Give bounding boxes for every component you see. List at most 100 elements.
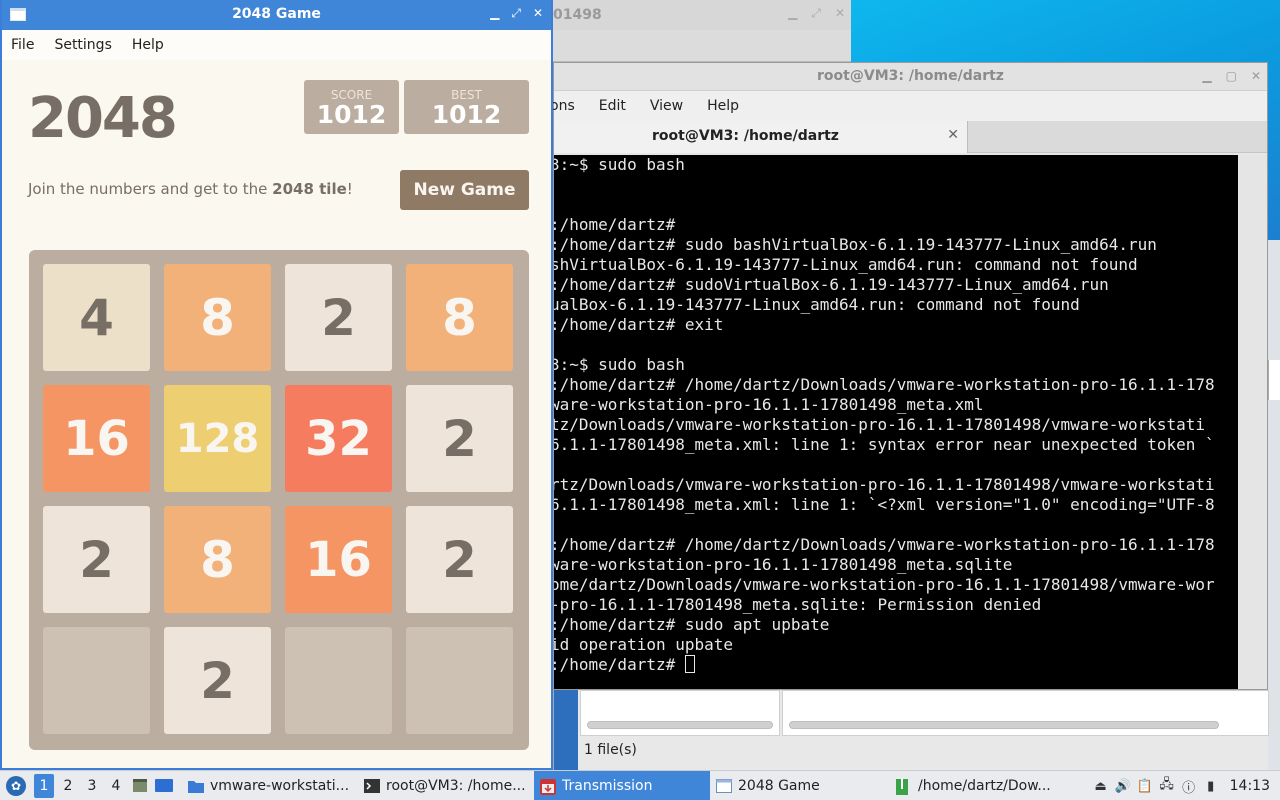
tile: 2 [406, 385, 513, 492]
file-manager-window[interactable]: 1 file(s) [553, 690, 1269, 770]
folder-icon [188, 779, 204, 793]
archive-icon [896, 778, 912, 795]
workspace-4[interactable]: 4 [104, 771, 128, 800]
terminal-screen[interactable]: 3:~$ sudo bash :/home/dartz# :/home/dartz#… [554, 155, 1238, 689]
maximize-icon[interactable]: ⤢ [811, 6, 821, 21]
background-window-controls: ▁ ⤢ ✕ [788, 6, 845, 21]
terminal-line: 3:~$ sudo bash [554, 155, 685, 174]
start-menu-icon: ✿ [6, 775, 26, 796]
terminal-line: ome/dartz/Downloads/vmware-workstation-p… [554, 575, 1215, 594]
terminal-titlebar[interactable]: root@VM3: /home/dartz ▁ ▢ ✕ [554, 63, 1267, 91]
terminal-scrollbar[interactable] [1238, 155, 1267, 689]
terminal-line: :/home/dartz# /home/dartz/Downloads/vmwa… [554, 535, 1215, 554]
terminal-tab-label: root@VM3: /home/dartz [652, 128, 839, 144]
menu-item-actions[interactable]: ons [550, 98, 575, 114]
close-icon[interactable]: ✕ [1251, 69, 1261, 83]
network-icon[interactable]: 🖧 [1156, 771, 1178, 800]
terminal-line: shVirtualBox-6.1.19-143777-Linux_amd64.r… [554, 255, 1138, 274]
task-vmware-folder[interactable]: vmware-workstati... [182, 771, 358, 800]
terminal-line: 3:~$ sudo bash [554, 355, 685, 374]
menu-item-settings[interactable]: Settings [54, 37, 111, 53]
background-window-title: 01498 [553, 7, 602, 23]
tile: 32 [285, 385, 392, 492]
transmission-icon [540, 778, 556, 795]
volume-icon[interactable]: 🔊 [1112, 771, 1134, 800]
task-archive[interactable]: /home/dartz/Dow... [890, 771, 1060, 800]
workspace-3[interactable]: 3 [80, 771, 104, 800]
terminal-line: :/home/dartz# sudoVirtualBox-6.1.19-1437… [554, 275, 1109, 294]
new-game-button[interactable]: New Game [400, 170, 529, 210]
menu-item-help[interactable]: Help [707, 98, 739, 114]
task-transmission[interactable]: Transmission [534, 770, 710, 800]
terminal-line: ualBox-6.1.19-143777-Linux_amd64.run: co… [554, 295, 1080, 314]
desktop-edge [1268, 240, 1280, 770]
game-titlebar[interactable]: 2048 Game ▁ ⤢ ✕ [2, 0, 551, 30]
tile: 2 [43, 506, 150, 613]
taskbar: ✿ 1 2 3 4 vmware-workstati... root@VM3: … [0, 770, 1280, 800]
task-label: root@VM3: /home... [386, 777, 526, 794]
tile: 2 [285, 264, 392, 371]
intro-prefix: Join the numbers and get to the [28, 180, 273, 198]
game-window-title: 2048 Game [232, 6, 321, 22]
terminal-cursor [684, 655, 695, 673]
maximize-icon[interactable]: ⤢ [511, 6, 521, 21]
terminal-tab[interactable]: root@VM3: /home/dartz ✕ [554, 121, 968, 153]
game-intro: Join the numbers and get to the 2048 til… [28, 180, 353, 198]
terminal-title: root@VM3: /home/dartz [817, 68, 1004, 84]
task-label: vmware-workstati... [210, 777, 350, 794]
close-icon[interactable]: ✕ [835, 6, 845, 21]
terminal-menubar: ons Edit View Help [550, 91, 1267, 121]
terminal-line: ware-workstation-pro-16.1.1-17801498_met… [554, 395, 984, 414]
menu-item-help[interactable]: Help [132, 37, 164, 53]
clock[interactable]: 14:13 [1230, 778, 1270, 794]
show-desktop-icon[interactable] [152, 771, 176, 800]
game-board[interactable]: 4 8 2 8 16 128 32 2 2 8 16 2 2 [29, 250, 529, 750]
score-value: 1012 [316, 100, 387, 129]
horizontal-scrollbar[interactable] [587, 721, 773, 729]
battery-icon[interactable]: ▮ [1200, 771, 1222, 800]
file-manager-launcher-icon[interactable] [128, 771, 152, 800]
start-menu-button[interactable]: ✿ [0, 771, 32, 800]
tile: 128 [164, 385, 271, 492]
background-window[interactable]: 01498 ▁ ⤢ ✕ [553, 0, 851, 62]
terminal-window[interactable]: root@VM3: /home/dartz ▁ ▢ ✕ ons Edit Vie… [550, 62, 1268, 690]
workspace-1[interactable]: 1 [34, 773, 54, 798]
minimize-icon[interactable]: ▁ [1202, 69, 1211, 83]
terminal-line: :/home/dartz# [554, 215, 676, 234]
task-label: /home/dartz/Dow... [918, 777, 1051, 794]
terminal-line: id operation upbate [554, 635, 734, 654]
file-manager-side-pane[interactable] [580, 690, 780, 736]
update-icon[interactable]: ⓘ [1178, 771, 1200, 800]
terminal-output: 3:~$ sudo bash :/home/dartz# :/home/dartz#… [554, 155, 1238, 675]
terminal-line: :/home/dartz# sudo apt upbate [554, 615, 830, 634]
task-label: Transmission [562, 777, 653, 794]
system-tray: ⏏ 🔊 📋 🖧 ⓘ ▮ 14:13 [1090, 771, 1280, 800]
score-box: SCORE 1012 [304, 80, 399, 134]
task-terminal[interactable]: root@VM3: /home... [358, 771, 534, 800]
menu-item-file[interactable]: File [11, 37, 34, 53]
tile: 16 [285, 506, 392, 613]
clipboard-icon[interactable]: 📋 [1134, 771, 1156, 800]
terminal-line: 6.1.1-17801498_meta.xml: line 1: `<?xml … [554, 495, 1215, 514]
menu-item-view[interactable]: View [650, 98, 683, 114]
tile: 8 [406, 264, 513, 371]
file-manager-main-pane[interactable] [782, 690, 1269, 736]
workspace-2[interactable]: 2 [56, 771, 80, 800]
maximize-icon[interactable]: ▢ [1226, 69, 1237, 83]
file-manager-sidebar-strip [554, 690, 578, 770]
close-icon[interactable]: ✕ [533, 6, 543, 21]
window-icon [716, 778, 732, 793]
horizontal-scrollbar[interactable] [789, 721, 1219, 729]
background-window-titlebar[interactable]: 01498 ▁ ⤢ ✕ [553, 0, 851, 30]
minimize-icon[interactable]: ▁ [490, 6, 499, 21]
terminal-line: rtz/Downloads/vmware-workstation-pro-16.… [554, 475, 1215, 494]
empty-cell [43, 627, 150, 734]
menu-item-edit[interactable]: Edit [599, 98, 626, 114]
eject-icon[interactable]: ⏏ [1090, 771, 1112, 800]
close-tab-icon[interactable]: ✕ [947, 127, 959, 143]
task-2048-game[interactable]: 2048 Game [710, 771, 890, 800]
game-window[interactable]: 2048 Game ▁ ⤢ ✕ File Settings Help 2048 … [0, 0, 553, 770]
minimize-icon[interactable]: ▁ [788, 6, 797, 21]
